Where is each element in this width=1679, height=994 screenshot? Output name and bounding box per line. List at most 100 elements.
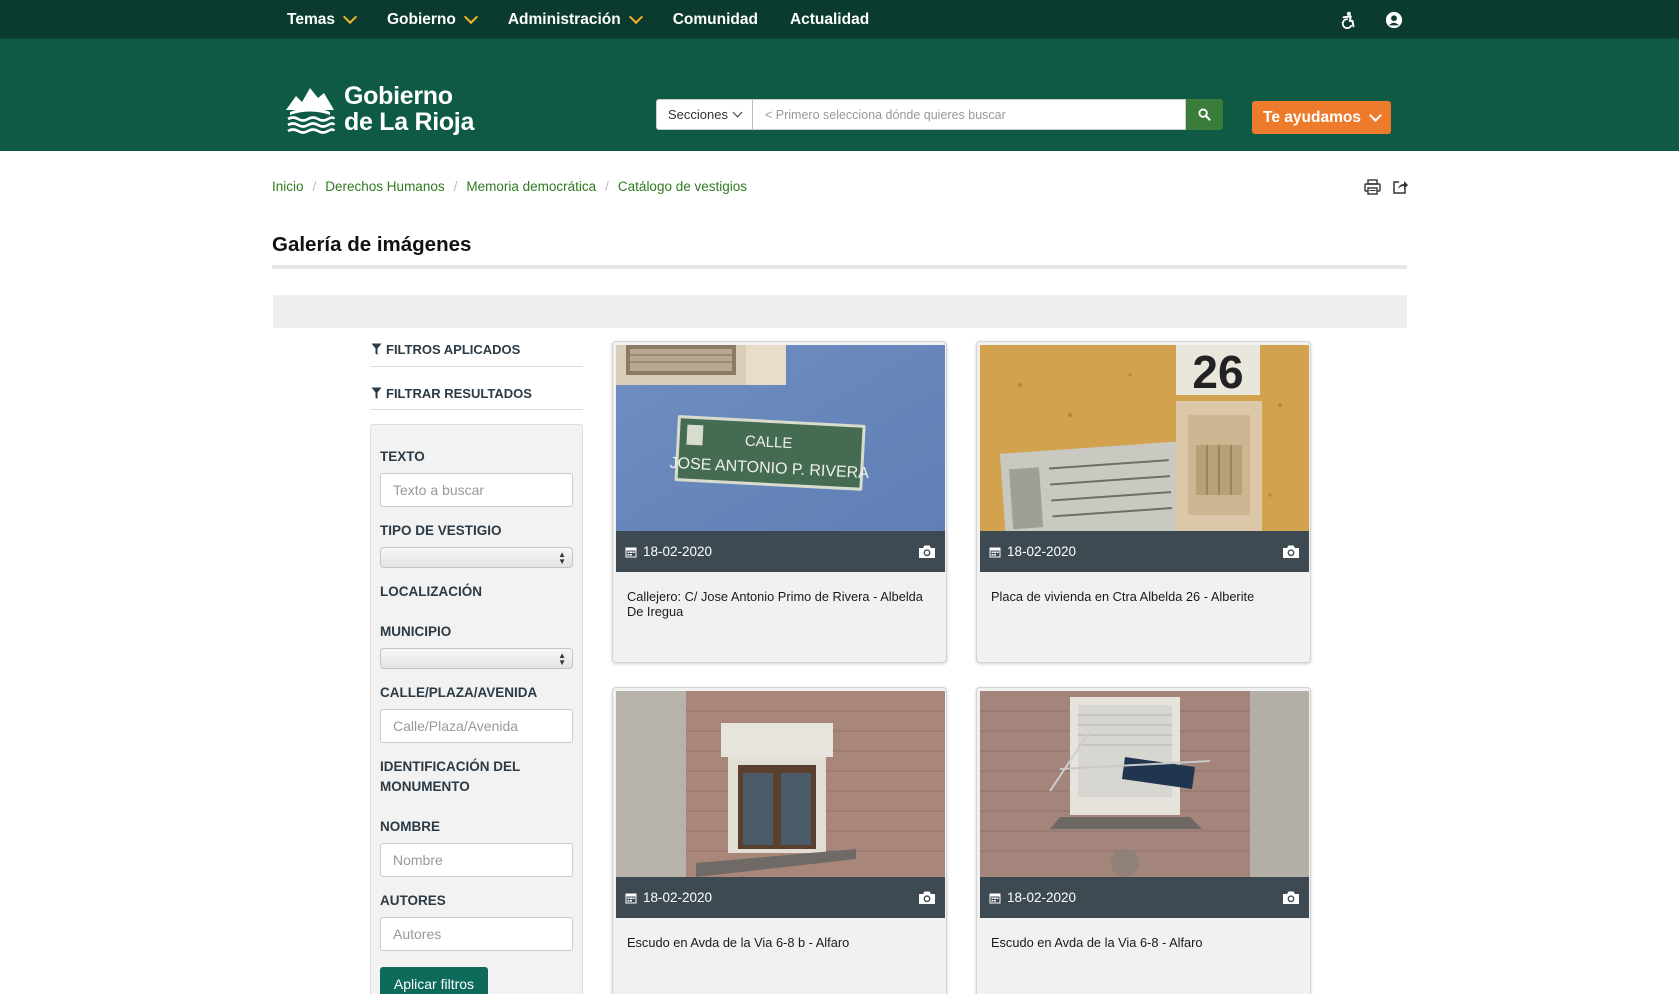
breadcrumb-inicio[interactable]: Inicio	[272, 179, 304, 194]
card-date: 18-02-2020	[625, 544, 712, 559]
calendar-icon	[989, 547, 1001, 557]
nav-item-label: Actualidad	[789, 10, 870, 28]
print-icon[interactable]	[1363, 178, 1381, 196]
texto-input[interactable]	[380, 473, 573, 507]
help-label: Te ayudamos	[1263, 108, 1361, 126]
card-caption[interactable]: Callejero: C/ Jose Antonio Primo de Rive…	[627, 589, 937, 619]
nav-item-comunidad[interactable]: Comunidad	[673, 11, 758, 29]
camera-icon[interactable]	[918, 544, 936, 559]
breadcrumb-separator: /	[453, 179, 458, 194]
sections-dropdown[interactable]: Secciones	[656, 99, 753, 130]
breadcrumb-separator: /	[605, 179, 609, 194]
gallery-card[interactable]: CALLE JOSE ANTONIO P. RIVERA 18-02-2020 …	[612, 341, 947, 663]
gallery-card[interactable]: 26 18-02-2020 Placa de vivienda en Ctra …	[976, 341, 1311, 663]
card-image[interactable]	[616, 691, 945, 877]
user-icon[interactable]	[1384, 10, 1404, 30]
card-date-text: 18-02-2020	[643, 544, 713, 559]
camera-icon[interactable]	[1282, 544, 1300, 559]
site-header	[0, 39, 1679, 151]
search-icon	[1198, 108, 1211, 121]
sections-label: Secciones	[668, 107, 728, 122]
card-caption[interactable]: Placa de vivienda en Ctra Albelda 26 - A…	[991, 589, 1301, 604]
applied-filters-toggle[interactable]: FILTROS APLICADOS	[371, 342, 520, 357]
funnel-icon	[371, 387, 382, 399]
nav-item-administracion[interactable]: Administración	[507, 9, 643, 29]
nav-item-label: Temas	[287, 10, 335, 28]
calle-input[interactable]	[380, 709, 573, 743]
site-logo[interactable]: Gobierno de La Rioja	[284, 83, 474, 135]
site-search: Secciones	[656, 99, 1223, 130]
card-date-text: 18-02-2020	[643, 890, 713, 905]
house-number: 26	[1192, 346, 1243, 398]
card-image[interactable]: 26	[980, 345, 1309, 531]
logo-text: Gobierno de La Rioja	[344, 83, 474, 135]
sidebar-divider	[371, 409, 583, 410]
funnel-icon	[371, 343, 382, 355]
card-info-bar: 18-02-2020	[616, 877, 945, 918]
top-nav-tools	[1338, 0, 1404, 39]
applied-filters-label: FILTROS APLICADOS	[386, 342, 521, 357]
sign-text-calle: CALLE	[744, 433, 792, 452]
card-date-text: 18-02-2020	[1007, 544, 1077, 559]
top-nav-menu: Temas Gobierno Administración Comunidad …	[287, 0, 869, 39]
chevron-down-icon	[628, 9, 643, 25]
municipio-select[interactable]: ▲ ▼	[380, 648, 573, 669]
top-navigation: Temas Gobierno Administración Comunidad …	[0, 0, 1679, 39]
nombre-label: NOMBRE	[380, 819, 440, 834]
gallery-card[interactable]: 18-02-2020 Escudo en Avda de la Via 6-8 …	[976, 687, 1311, 994]
rioja-logo-icon	[286, 88, 336, 134]
search-button[interactable]	[1186, 99, 1223, 130]
page-title: Galería de imágenes	[272, 233, 472, 256]
tipo-vestigio-label: TIPO DE VESTIGIO	[380, 523, 502, 538]
sidebar-divider	[371, 366, 583, 367]
logo-line-2: de La Rioja	[344, 108, 475, 136]
nav-item-gobierno[interactable]: Gobierno	[386, 9, 478, 29]
card-date: 18-02-2020	[989, 544, 1076, 559]
title-divider	[272, 265, 1407, 269]
breadcrumb-derechos-humanos[interactable]: Derechos Humanos	[325, 179, 444, 194]
nombre-input[interactable]	[380, 843, 573, 877]
calendar-icon	[989, 893, 1001, 903]
camera-icon[interactable]	[1282, 890, 1300, 905]
search-input[interactable]	[753, 99, 1186, 130]
chevron-down-icon	[463, 9, 478, 25]
filter-results-label: FILTRAR RESULTADOS	[386, 386, 532, 401]
card-image[interactable]: CALLE JOSE ANTONIO P. RIVERA	[616, 345, 945, 531]
filter-results-toggle[interactable]: FILTRAR RESULTADOS	[371, 386, 532, 401]
breadcrumb-catalogo-vestigios[interactable]: Catálogo de vestigios	[618, 179, 747, 194]
nav-item-actualidad[interactable]: Actualidad	[790, 11, 869, 29]
select-arrows-icon: ▲ ▼	[558, 651, 566, 667]
card-date: 18-02-2020	[989, 890, 1076, 905]
card-info-bar: 18-02-2020	[980, 877, 1309, 918]
card-image[interactable]	[980, 691, 1309, 877]
card-date-text: 18-02-2020	[1007, 890, 1077, 905]
identificacion-label-line-1: IDENTIFICACIÓN DEL	[380, 759, 521, 774]
identificacion-label-line-2: MONUMENTO	[380, 779, 470, 794]
gallery-card[interactable]: 18-02-2020 Escudo en Avda de la Via 6-8 …	[612, 687, 947, 994]
breadcrumb-memoria-democratica[interactable]: Memoria democrática	[466, 179, 596, 194]
apply-filters-button[interactable]: Aplicar filtros	[380, 967, 488, 994]
nav-item-label: Administración	[507, 10, 621, 28]
nav-item-label: Gobierno	[386, 10, 456, 28]
accessibility-icon[interactable]	[1338, 10, 1358, 30]
chevron-down-icon	[1369, 108, 1382, 122]
localizacion-label: LOCALIZACIÓN	[380, 584, 482, 599]
help-button[interactable]: Te ayudamos	[1252, 101, 1391, 134]
identificacion-label: IDENTIFICACIÓN DEL MONUMENTO	[380, 757, 520, 797]
autores-input[interactable]	[380, 917, 573, 951]
card-info-bar: 18-02-2020	[616, 531, 945, 572]
calle-label: CALLE/PLAZA/AVENIDA	[380, 685, 538, 700]
texto-label: TEXTO	[380, 449, 425, 464]
card-caption[interactable]: Escudo en Avda de la Via 6-8 b - Alfaro	[627, 935, 937, 950]
nav-item-label: Comunidad	[672, 10, 758, 28]
autores-label: AUTORES	[380, 893, 446, 908]
nav-item-temas[interactable]: Temas	[287, 9, 358, 29]
select-arrows-icon: ▲ ▼	[558, 550, 566, 566]
chevron-down-icon	[342, 9, 358, 25]
page-tools	[1363, 178, 1409, 196]
share-icon[interactable]	[1391, 178, 1409, 196]
card-caption[interactable]: Escudo en Avda de la Via 6-8 - Alfaro	[991, 935, 1301, 950]
tipo-vestigio-select[interactable]: ▲ ▼	[380, 547, 573, 568]
camera-icon[interactable]	[918, 890, 936, 905]
card-date: 18-02-2020	[625, 890, 712, 905]
